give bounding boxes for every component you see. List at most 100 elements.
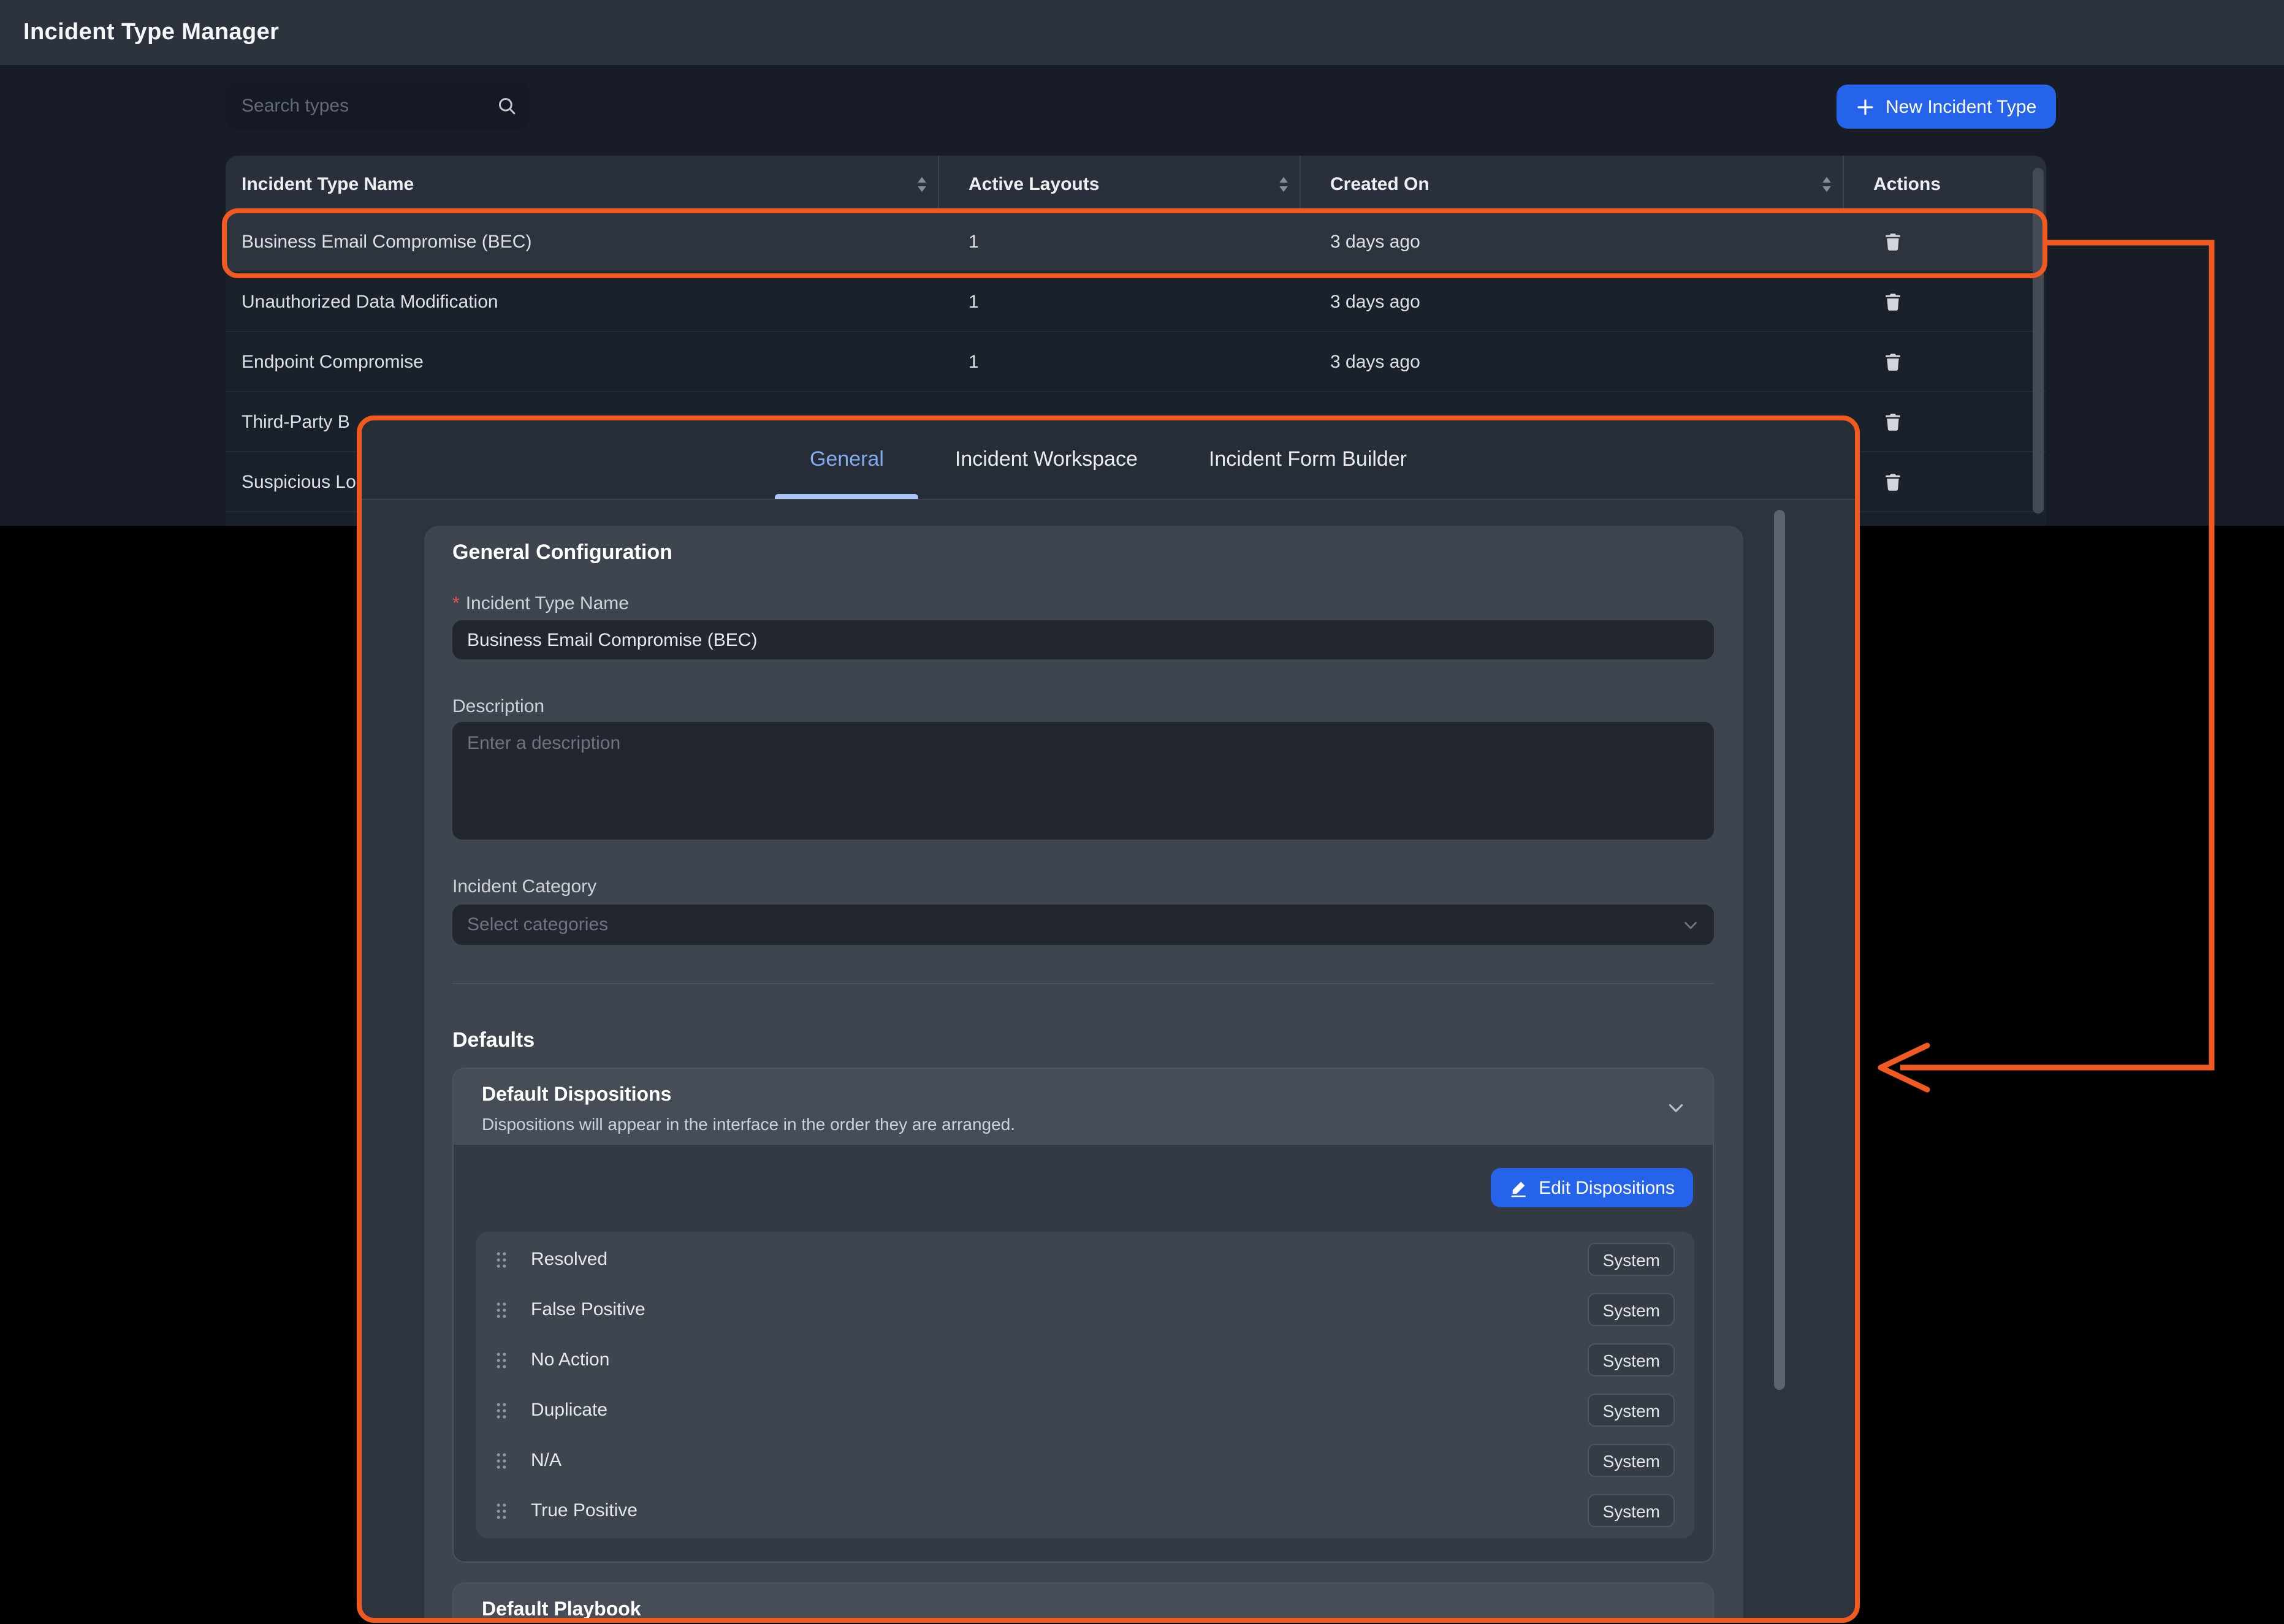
disposition-item[interactable]: False Positive System	[476, 1284, 1694, 1335]
tab-label: General	[810, 447, 884, 472]
plus-icon	[1856, 97, 1875, 116]
delete-incident-type-button[interactable]	[1881, 469, 1905, 494]
new-incident-type-label: New Incident Type	[1886, 96, 2036, 117]
system-badge: System	[1588, 1494, 1675, 1527]
cell-active-layouts: 1	[939, 231, 1301, 252]
tab-general[interactable]: General	[775, 420, 918, 499]
incident-type-name-input[interactable]	[452, 620, 1714, 659]
trash-icon	[1883, 472, 1903, 491]
cell-active-layouts: 1	[939, 351, 1301, 372]
table-row[interactable]: Unauthorized Data Modification13 days ag…	[226, 272, 2046, 332]
cell-actions	[1844, 409, 2044, 434]
disposition-item[interactable]: No ActionSystem	[476, 1335, 1694, 1385]
delete-incident-type-button[interactable]	[1881, 289, 1905, 314]
app-header: Incident Type Manager	[0, 0, 2284, 65]
trash-icon	[1883, 292, 1903, 311]
sort-arrows-icon[interactable]	[1277, 175, 1290, 193]
chevron-down-icon[interactable]	[1666, 1613, 1686, 1618]
trash-icon	[1883, 232, 1903, 251]
pen-icon	[1509, 1178, 1528, 1197]
cell-actions	[1844, 349, 2044, 374]
chevron-down-icon[interactable]	[1666, 1098, 1686, 1118]
search-input[interactable]	[226, 83, 530, 129]
cell-created-on: 3 days ago	[1301, 351, 1844, 372]
table-row[interactable]: Endpoint Compromise13 days ago	[226, 332, 2046, 392]
table-scrollbar[interactable]	[2033, 168, 2044, 514]
disposition-label: Duplicate	[531, 1400, 607, 1421]
tab-incident-form-builder[interactable]: Incident Form Builder	[1174, 420, 1441, 499]
default-playbook-title: Default Playbook	[482, 1599, 1684, 1618]
disposition-label: No Action	[531, 1349, 609, 1370]
disposition-label: True Positive	[531, 1500, 638, 1521]
cell-incident-type-name: Business Email Compromise (BEC)	[226, 231, 939, 252]
general-configuration-card: General Configuration *Incident Type Nam…	[424, 526, 1743, 1618]
column-label: Incident Type Name	[242, 173, 414, 194]
column-header-active-layouts[interactable]: Active Layouts	[939, 156, 1301, 212]
section-title-general-configuration: General Configuration	[452, 541, 672, 565]
tab-label: Incident Form Builder	[1209, 447, 1407, 472]
default-dispositions-title: Default Dispositions	[482, 1085, 1684, 1107]
cell-incident-type-name: Endpoint Compromise	[226, 351, 939, 372]
cell-active-layouts: 1	[939, 291, 1301, 312]
section-divider	[452, 983, 1714, 984]
new-incident-type-button[interactable]: New Incident Type	[1837, 85, 2056, 129]
tab-label: Incident Workspace	[955, 447, 1138, 472]
column-label: Active Layouts	[969, 173, 1099, 194]
default-dispositions-description: Dispositions will appear in the interfac…	[482, 1114, 1684, 1134]
delete-incident-type-button[interactable]	[1881, 229, 1905, 254]
system-badge: System	[1588, 1293, 1675, 1326]
drag-handle-icon[interactable]	[495, 1400, 508, 1420]
dispositions-list: Resolved System False Positive System No Act…	[476, 1232, 1694, 1538]
table-row[interactable]: Business Email Compromise (BEC)13 days a…	[226, 212, 2046, 272]
screen: Incident Type Manager New Incident Type …	[0, 0, 2284, 1624]
cell-created-on: 3 days ago	[1301, 291, 1844, 312]
dialog-body: General Configuration *Incident Type Nam…	[362, 500, 1855, 1618]
incident-category-placeholder: Select categories	[467, 914, 608, 935]
default-dispositions-accordion: Default Dispositions Dispositions will a…	[452, 1068, 1714, 1563]
drag-handle-icon[interactable]	[495, 1501, 508, 1520]
column-label: Created On	[1330, 173, 1429, 194]
drag-handle-icon[interactable]	[495, 1250, 508, 1269]
edit-dispositions-label: Edit Dispositions	[1539, 1177, 1675, 1198]
incident-type-name-label: *Incident Type Name	[452, 593, 629, 614]
sort-arrows-icon[interactable]	[1821, 175, 1833, 193]
trash-icon	[1883, 412, 1903, 431]
incident-category-select[interactable]: Select categories	[452, 905, 1714, 945]
sort-arrows-icon[interactable]	[916, 175, 928, 193]
dialog-tab-bar: General Incident Workspace Incident Form B…	[362, 420, 1855, 500]
system-badge: System	[1588, 1243, 1675, 1276]
cell-actions	[1844, 289, 2044, 314]
drag-handle-icon[interactable]	[495, 1451, 508, 1470]
tab-incident-workspace[interactable]: Incident Workspace	[921, 420, 1172, 499]
cell-actions	[1844, 229, 2044, 254]
active-tab-underline	[775, 494, 918, 499]
disposition-label: N/A	[531, 1450, 561, 1471]
dialog-scrollbar[interactable]	[1774, 510, 1785, 1390]
column-header-actions: Actions	[1844, 156, 2044, 212]
default-playbook-accordion: Default Playbook	[452, 1582, 1714, 1618]
default-playbook-header[interactable]: Default Playbook	[454, 1584, 1713, 1618]
drag-handle-icon[interactable]	[495, 1350, 508, 1370]
column-label: Actions	[1873, 173, 1941, 194]
disposition-item[interactable]: True Positive System	[476, 1486, 1694, 1536]
default-dispositions-header[interactable]: Default Dispositions Dispositions will a…	[454, 1069, 1713, 1145]
description-textarea[interactable]	[452, 722, 1714, 840]
default-dispositions-body: Edit Dispositions ResolvedSystemFalse Po…	[454, 1145, 1713, 1561]
disposition-label: Resolved	[531, 1249, 607, 1270]
delete-incident-type-button[interactable]	[1881, 409, 1905, 434]
trash-icon	[1883, 352, 1903, 371]
column-header-created-on[interactable]: Created On	[1301, 156, 1844, 212]
delete-incident-type-button[interactable]	[1881, 349, 1905, 374]
incident-type-dialog: General Incident Workspace Incident Form B…	[357, 415, 1860, 1623]
drag-handle-icon[interactable]	[495, 1300, 508, 1319]
section-title-defaults: Defaults	[452, 1028, 535, 1053]
cell-created-on: 3 days ago	[1301, 231, 1844, 252]
incident-category-label: Incident Category	[452, 876, 596, 897]
column-header-incident-type-name[interactable]: Incident Type Name	[226, 156, 939, 212]
disposition-item[interactable]: Resolved System	[476, 1234, 1694, 1284]
disposition-item[interactable]: N/ASystem	[476, 1435, 1694, 1486]
disposition-label: False Positive	[531, 1299, 645, 1320]
disposition-item[interactable]: DuplicateSystem	[476, 1385, 1694, 1435]
required-asterisk: *	[452, 593, 460, 614]
edit-dispositions-button[interactable]: Edit Dispositions	[1491, 1168, 1693, 1207]
